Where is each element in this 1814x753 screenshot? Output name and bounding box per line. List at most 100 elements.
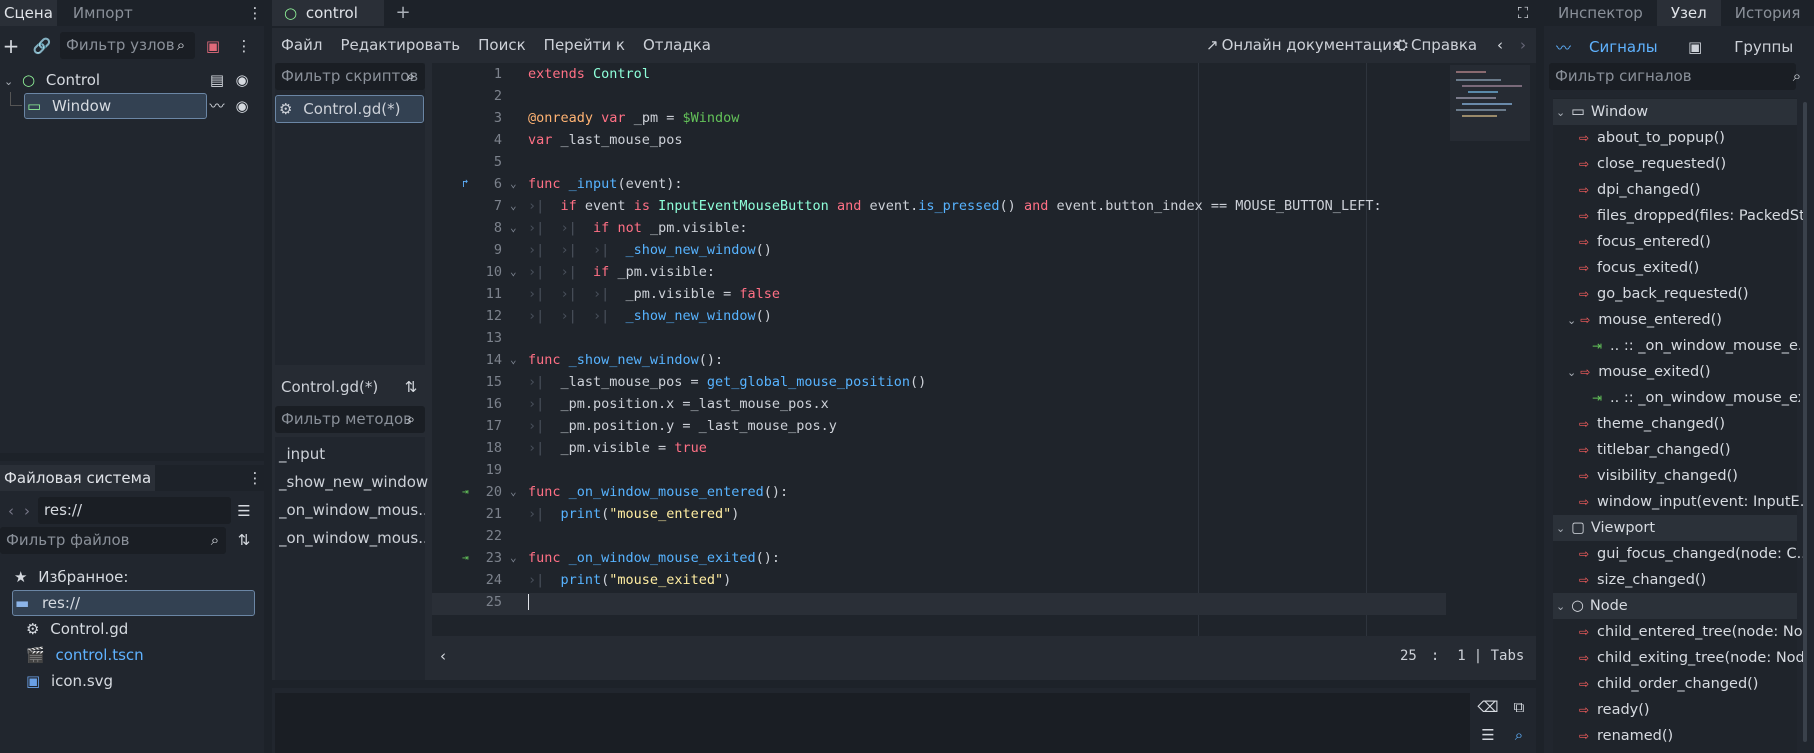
signal-connection-row[interactable]: ⇥ .. :: _on_window_mouse_e... <box>1590 333 1800 359</box>
menu-search[interactable]: Поиск <box>478 36 526 54</box>
signal-row[interactable]: ⇨ about_to_popup() <box>1577 125 1803 151</box>
signal-row[interactable]: ⇨ renamed() <box>1577 723 1803 749</box>
signals-tab-button[interactable]: 〰 Сигналы <box>1556 34 1658 60</box>
prev-script-icon[interactable]: ‹ <box>1489 34 1511 56</box>
fold-icon[interactable]: ⌄ <box>510 195 517 217</box>
script-attached-icon[interactable]: ▤ <box>206 69 228 91</box>
fold-icon[interactable]: ⌄ <box>510 261 517 283</box>
output-area[interactable] <box>275 693 1470 753</box>
signal-row[interactable]: ⇨ ready() <box>1577 697 1803 723</box>
signal-label: .. :: _on_window_mouse_e... <box>1610 338 1800 354</box>
viewport-node-icon: ▢ <box>1571 520 1585 536</box>
collapse-icon[interactable]: ☰ <box>1477 724 1499 746</box>
signal-row[interactable]: ⌄ ⇨ mouse_entered() <box>1567 307 1793 333</box>
sort-icon[interactable]: ⇅ <box>233 529 255 551</box>
signal-row[interactable]: ⇨ child_entered_tree(node: No... <box>1577 619 1803 645</box>
fold-icon[interactable]: ⌄ <box>510 173 517 195</box>
signal-connection-row[interactable]: ⇥ .. :: _on_window_mouse_ex... <box>1590 385 1800 411</box>
help-button[interactable]: ⛭ Справка <box>1396 32 1477 58</box>
signal-row[interactable]: ⇨ focus_exited() <box>1577 255 1803 281</box>
signal-section-node[interactable]: ⌄ ○ Node <box>1553 593 1797 619</box>
signal-section-window[interactable]: ⌄ ▭ Window <box>1553 99 1797 125</box>
scene-node-icon: ○ <box>284 4 298 22</box>
forward-icon[interactable]: › <box>16 500 38 522</box>
groups-tab-button[interactable]: ▣ Группы <box>1688 34 1793 60</box>
signal-row[interactable]: ⇨ close_requested() <box>1577 151 1803 177</box>
minimap[interactable] <box>1450 65 1530 141</box>
res-root-row[interactable]: ▬ res:// <box>12 590 255 616</box>
signal-row[interactable]: ⌄ ⇨ mouse_exited() <box>1567 359 1793 385</box>
signal-row[interactable]: ⇨ visibility_changed() <box>1577 463 1803 489</box>
scrollbar[interactable] <box>1803 102 1807 742</box>
tab-filesystem[interactable]: Файловая система <box>0 465 156 491</box>
tree-item-window[interactable]: ▭ Window <box>24 93 207 119</box>
signal-row[interactable]: ⇨ child_exiting_tree(node: Nod... <box>1577 645 1803 671</box>
signal-section-viewport[interactable]: ⌄ ▢ Viewport <box>1553 515 1797 541</box>
fullscreen-icon[interactable]: ⛶ <box>1512 2 1534 24</box>
tab-node[interactable]: Узел <box>1656 0 1721 26</box>
tab-import[interactable]: Импорт <box>57 0 149 26</box>
favorites-row[interactable]: ★ Избранное: <box>14 565 128 589</box>
tab-scene[interactable]: Сцена <box>0 0 57 26</box>
add-tab-icon[interactable]: + <box>392 2 414 24</box>
method-item[interactable]: _show_new_window <box>279 470 428 494</box>
signal-row[interactable]: ⇨ window_input(event: InputE... <box>1577 489 1803 515</box>
filter-signals-input[interactable]: Фильтр сигналов <box>1549 63 1796 90</box>
copy-icon[interactable]: ⧉ <box>1508 696 1530 718</box>
fold-icon[interactable]: ⌄ <box>510 481 517 503</box>
script-list-item[interactable]: ⚙ Control.gd(*) <box>275 95 424 123</box>
signal-row[interactable]: ⇨ theme_changed() <box>1577 411 1803 437</box>
signal-row[interactable]: ⇨ size_changed() <box>1577 567 1803 593</box>
menu-debug[interactable]: Отладка <box>643 36 711 54</box>
layout-toggle-icon[interactable]: ☰ <box>233 500 255 522</box>
signal-row[interactable]: ⇨ titlebar_changed() <box>1577 437 1803 463</box>
signal-connected-icon[interactable]: 〰 <box>206 95 228 117</box>
signal-connection-icon[interactable]: ⇥ <box>462 481 469 503</box>
tab-control-scene[interactable]: ○ control ✕ <box>272 0 384 48</box>
filter-files-input[interactable]: Фильтр файлов <box>0 527 226 554</box>
visibility-icon[interactable]: ◉ <box>231 95 253 117</box>
code-editor[interactable]: 1 extends Control 2 3 @onready var _pm = $… <box>432 63 1536 636</box>
menu-edit[interactable]: Редактировать <box>340 36 460 54</box>
signal-row[interactable]: ⇨ files_dropped(files: PackedSt... <box>1577 203 1803 229</box>
fold-icon[interactable]: ⌄ <box>510 547 517 569</box>
toggle-script-panel-icon[interactable]: ‹ <box>432 645 454 667</box>
signal-row[interactable]: ⇨ focus_entered() <box>1577 229 1803 255</box>
menu-goto[interactable]: Перейти к <box>544 36 625 54</box>
signal-row[interactable]: ⇨ dpi_changed() <box>1577 177 1803 203</box>
next-script-icon[interactable]: › <box>1512 34 1534 56</box>
signal-row[interactable]: ⇨ child_order_changed() <box>1577 671 1803 697</box>
signal-row[interactable]: ⇨ gui_focus_changed(node: C... <box>1577 541 1803 567</box>
filesystem-menu-icon[interactable]: ⋮ <box>244 467 266 489</box>
fold-icon[interactable]: ⌄ <box>510 349 517 371</box>
code-token: _pm.visible = <box>625 286 732 302</box>
file-item[interactable]: ⚙ Control.gd <box>26 617 128 641</box>
signal-label: close_requested() <box>1597 156 1727 172</box>
tab-history[interactable]: История <box>1721 0 1814 26</box>
link-icon[interactable]: 🔗 <box>31 35 53 57</box>
file-item[interactable]: ▣ icon.svg <box>26 669 113 693</box>
menu-file[interactable]: Файл <box>281 36 322 54</box>
clear-output-icon[interactable]: ⌫ <box>1477 696 1499 718</box>
attach-script-icon[interactable]: ▣ <box>202 35 224 57</box>
file-item[interactable]: 🎬 control.tscn <box>26 643 144 667</box>
add-node-icon[interactable]: + <box>0 35 22 57</box>
visibility-icon[interactable]: ◉ <box>231 69 253 91</box>
scene-menu-icon[interactable]: ⋮ <box>244 2 266 24</box>
scene-more-icon[interactable]: ⋮ <box>233 35 255 57</box>
line-number: 8 <box>493 220 502 236</box>
section-label: Node <box>1589 598 1628 614</box>
search-icon[interactable]: ⌕ <box>1508 724 1530 746</box>
method-item[interactable]: _on_window_mous... <box>279 498 425 522</box>
online-docs-button[interactable]: ↗ Онлайн документация <box>1206 32 1401 58</box>
signal-row[interactable]: ⇨ go_back_requested() <box>1577 281 1803 307</box>
code-token: _on_window_mouse_entered <box>568 484 764 500</box>
signal-connection-icon[interactable]: ⇥ <box>462 547 469 569</box>
fold-icon[interactable]: ⌄ <box>510 217 517 239</box>
tab-inspector[interactable]: Инспектор <box>1544 0 1657 26</box>
sort-icon[interactable]: ⇅ <box>400 376 422 398</box>
method-item[interactable]: _input <box>279 442 425 466</box>
path-field[interactable]: res:// <box>38 497 231 524</box>
search-icon: ⌕ <box>176 36 186 54</box>
method-item[interactable]: _on_window_mous... <box>279 526 425 550</box>
